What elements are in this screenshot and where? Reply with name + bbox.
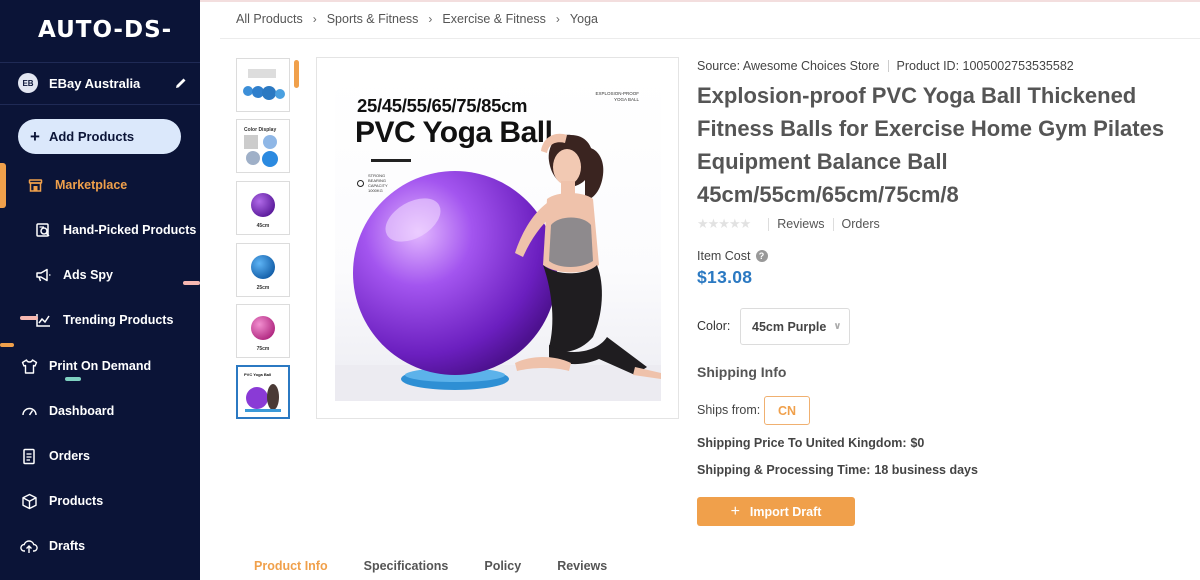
breadcrumb-link[interactable]: Exercise & Fitness — [442, 12, 546, 26]
decorative-mark — [0, 343, 14, 347]
decorative-mark — [20, 316, 38, 320]
star-rating-icon: ★★★★★ — [697, 216, 751, 231]
divider — [887, 60, 889, 72]
rating-row: ★★★★★ Reviews Orders — [697, 216, 880, 232]
shipping-time-value: 18 business days — [874, 463, 978, 477]
chevron-right-icon: › — [428, 12, 433, 26]
product-id: Product ID: 1005002753535582 — [896, 59, 1074, 73]
thumbnail-4[interactable]: 25cm — [236, 243, 290, 297]
chevron-down-icon: ∨ — [833, 321, 842, 332]
autods-logo[interactable]: AUTO-DS- — [38, 17, 172, 51]
color-label: Color: — [697, 319, 731, 333]
plus-icon: + — [30, 127, 40, 146]
main-product-image[interactable]: 25/45/55/65/75/85cm PVC Yoga Ball EXPLOS… — [316, 57, 679, 419]
trending-chart-icon — [34, 311, 52, 329]
account-name: EBay Australia — [49, 75, 141, 91]
source-store[interactable]: Source: Awesome Choices Store — [697, 59, 880, 73]
breadcrumb: All Products › Sports & Fitness › Exerci… — [236, 12, 598, 26]
sidebar-item-hand-picked-products[interactable]: Hand-Picked Products — [0, 212, 200, 248]
store-icon — [26, 176, 44, 194]
tab-product-info[interactable]: Product Info — [254, 559, 328, 573]
reviews-link[interactable]: Reviews — [777, 217, 824, 231]
divider — [768, 217, 770, 231]
sidebar-item-drafts[interactable]: Drafts — [0, 528, 200, 564]
tab-reviews[interactable]: Reviews — [557, 559, 607, 573]
sidebar-item-products[interactable]: Products — [0, 483, 200, 519]
sidebar-item-print-on-demand[interactable]: Print On Demand — [0, 348, 200, 384]
orders-list-icon — [20, 447, 38, 465]
item-cost-value: $13.08 — [697, 267, 753, 287]
ships-from-cn-button[interactable]: CN — [764, 396, 810, 425]
gauge-icon — [20, 402, 38, 420]
chevron-right-icon: › — [555, 12, 560, 26]
product-tabs: Product Info Specifications Policy Revie… — [254, 559, 643, 573]
add-products-label: Add Products — [48, 129, 135, 144]
account-switcher[interactable]: EB EBay Australia — [18, 72, 188, 94]
sidebar-divider — [0, 62, 200, 63]
breadcrumb-link[interactable]: All Products — [236, 12, 303, 26]
pencil-icon[interactable] — [174, 76, 188, 90]
tab-specifications[interactable]: Specifications — [364, 559, 449, 573]
thumbnail-size-label: 75cm — [257, 346, 270, 352]
plus-icon: + — [730, 502, 740, 520]
thumbnail-size-label: 45cm — [257, 223, 270, 229]
shipping-time: Shipping & Processing Time: 18 business d… — [697, 463, 978, 477]
import-draft-button[interactable]: + Import Draft — [697, 497, 855, 526]
sidebar-item-ads-spy[interactable]: Ads Spy — [0, 257, 200, 293]
shirt-icon — [20, 357, 38, 375]
thumbnail-2[interactable]: Color Display — [236, 119, 290, 173]
source-line: Source: Awesome Choices Store Product ID… — [697, 59, 1074, 73]
megaphone-icon — [34, 266, 52, 284]
svg-text:PVC Yoga Ball: PVC Yoga Ball — [244, 372, 271, 377]
account-avatar: EB — [18, 73, 38, 93]
color-select-value: 45cm Purple — [752, 319, 827, 334]
sidebar: AUTO-DS- EB EBay Australia + Add Product… — [0, 0, 200, 580]
sidebar-item-marketplace[interactable]: Marketplace — [0, 167, 200, 203]
divider — [832, 217, 834, 231]
shipping-price-value: $0 — [910, 436, 925, 450]
app-root: AUTO-DS- EB EBay Australia + Add Product… — [0, 0, 1200, 580]
box-icon — [20, 492, 38, 510]
sidebar-item-orders[interactable]: Orders — [0, 438, 200, 474]
decorative-mark — [183, 281, 200, 285]
orders-link[interactable]: Orders — [842, 217, 880, 231]
ships-from-label: Ships from: — [697, 403, 761, 417]
color-select[interactable]: 45cm Purple ∨ — [740, 308, 850, 345]
breadcrumb-current[interactable]: Yoga — [570, 12, 598, 26]
yoga-ball-illustration — [335, 133, 661, 401]
shipping-price: Shipping Price To United Kingdom: $0 — [697, 436, 925, 450]
top-accent-line — [200, 0, 1200, 2]
hand-picked-icon — [34, 221, 52, 239]
tab-policy[interactable]: Policy — [484, 559, 521, 573]
product-title: Explosion-proof PVC Yoga Ball Thickened … — [697, 83, 1165, 207]
breadcrumb-link[interactable]: Sports & Fitness — [327, 12, 419, 26]
thumbnail-size-label: 25cm — [257, 285, 270, 291]
thumbnail-scrollbar[interactable] — [294, 60, 299, 88]
breadcrumb-divider — [220, 38, 1200, 39]
thumbnail-1[interactable] — [236, 58, 290, 112]
thumbnail-5[interactable]: 75cm — [236, 304, 290, 358]
chevron-right-icon: › — [312, 12, 317, 26]
help-icon[interactable]: ? — [755, 250, 768, 262]
import-draft-label: Import Draft — [749, 504, 822, 519]
decorative-mark — [65, 377, 81, 381]
sidebar-item-trending-products[interactable]: Trending Products — [0, 302, 200, 338]
svg-text:Color Display: Color Display — [244, 127, 276, 133]
item-cost-label: Item Cost ? — [697, 249, 768, 263]
thumbnail-3[interactable]: 45cm — [236, 181, 290, 235]
thumbnail-6-selected[interactable]: PVC Yoga Ball — [236, 365, 290, 419]
cloud-upload-icon — [20, 537, 38, 555]
sidebar-item-dashboard[interactable]: Dashboard — [0, 393, 200, 429]
sidebar-divider — [0, 104, 200, 105]
add-products-button[interactable]: + Add Products — [18, 119, 181, 154]
product-photo: 25/45/55/65/75/85cm PVC Yoga Ball EXPLOS… — [335, 75, 661, 401]
shipping-info-heading: Shipping Info — [697, 364, 787, 380]
